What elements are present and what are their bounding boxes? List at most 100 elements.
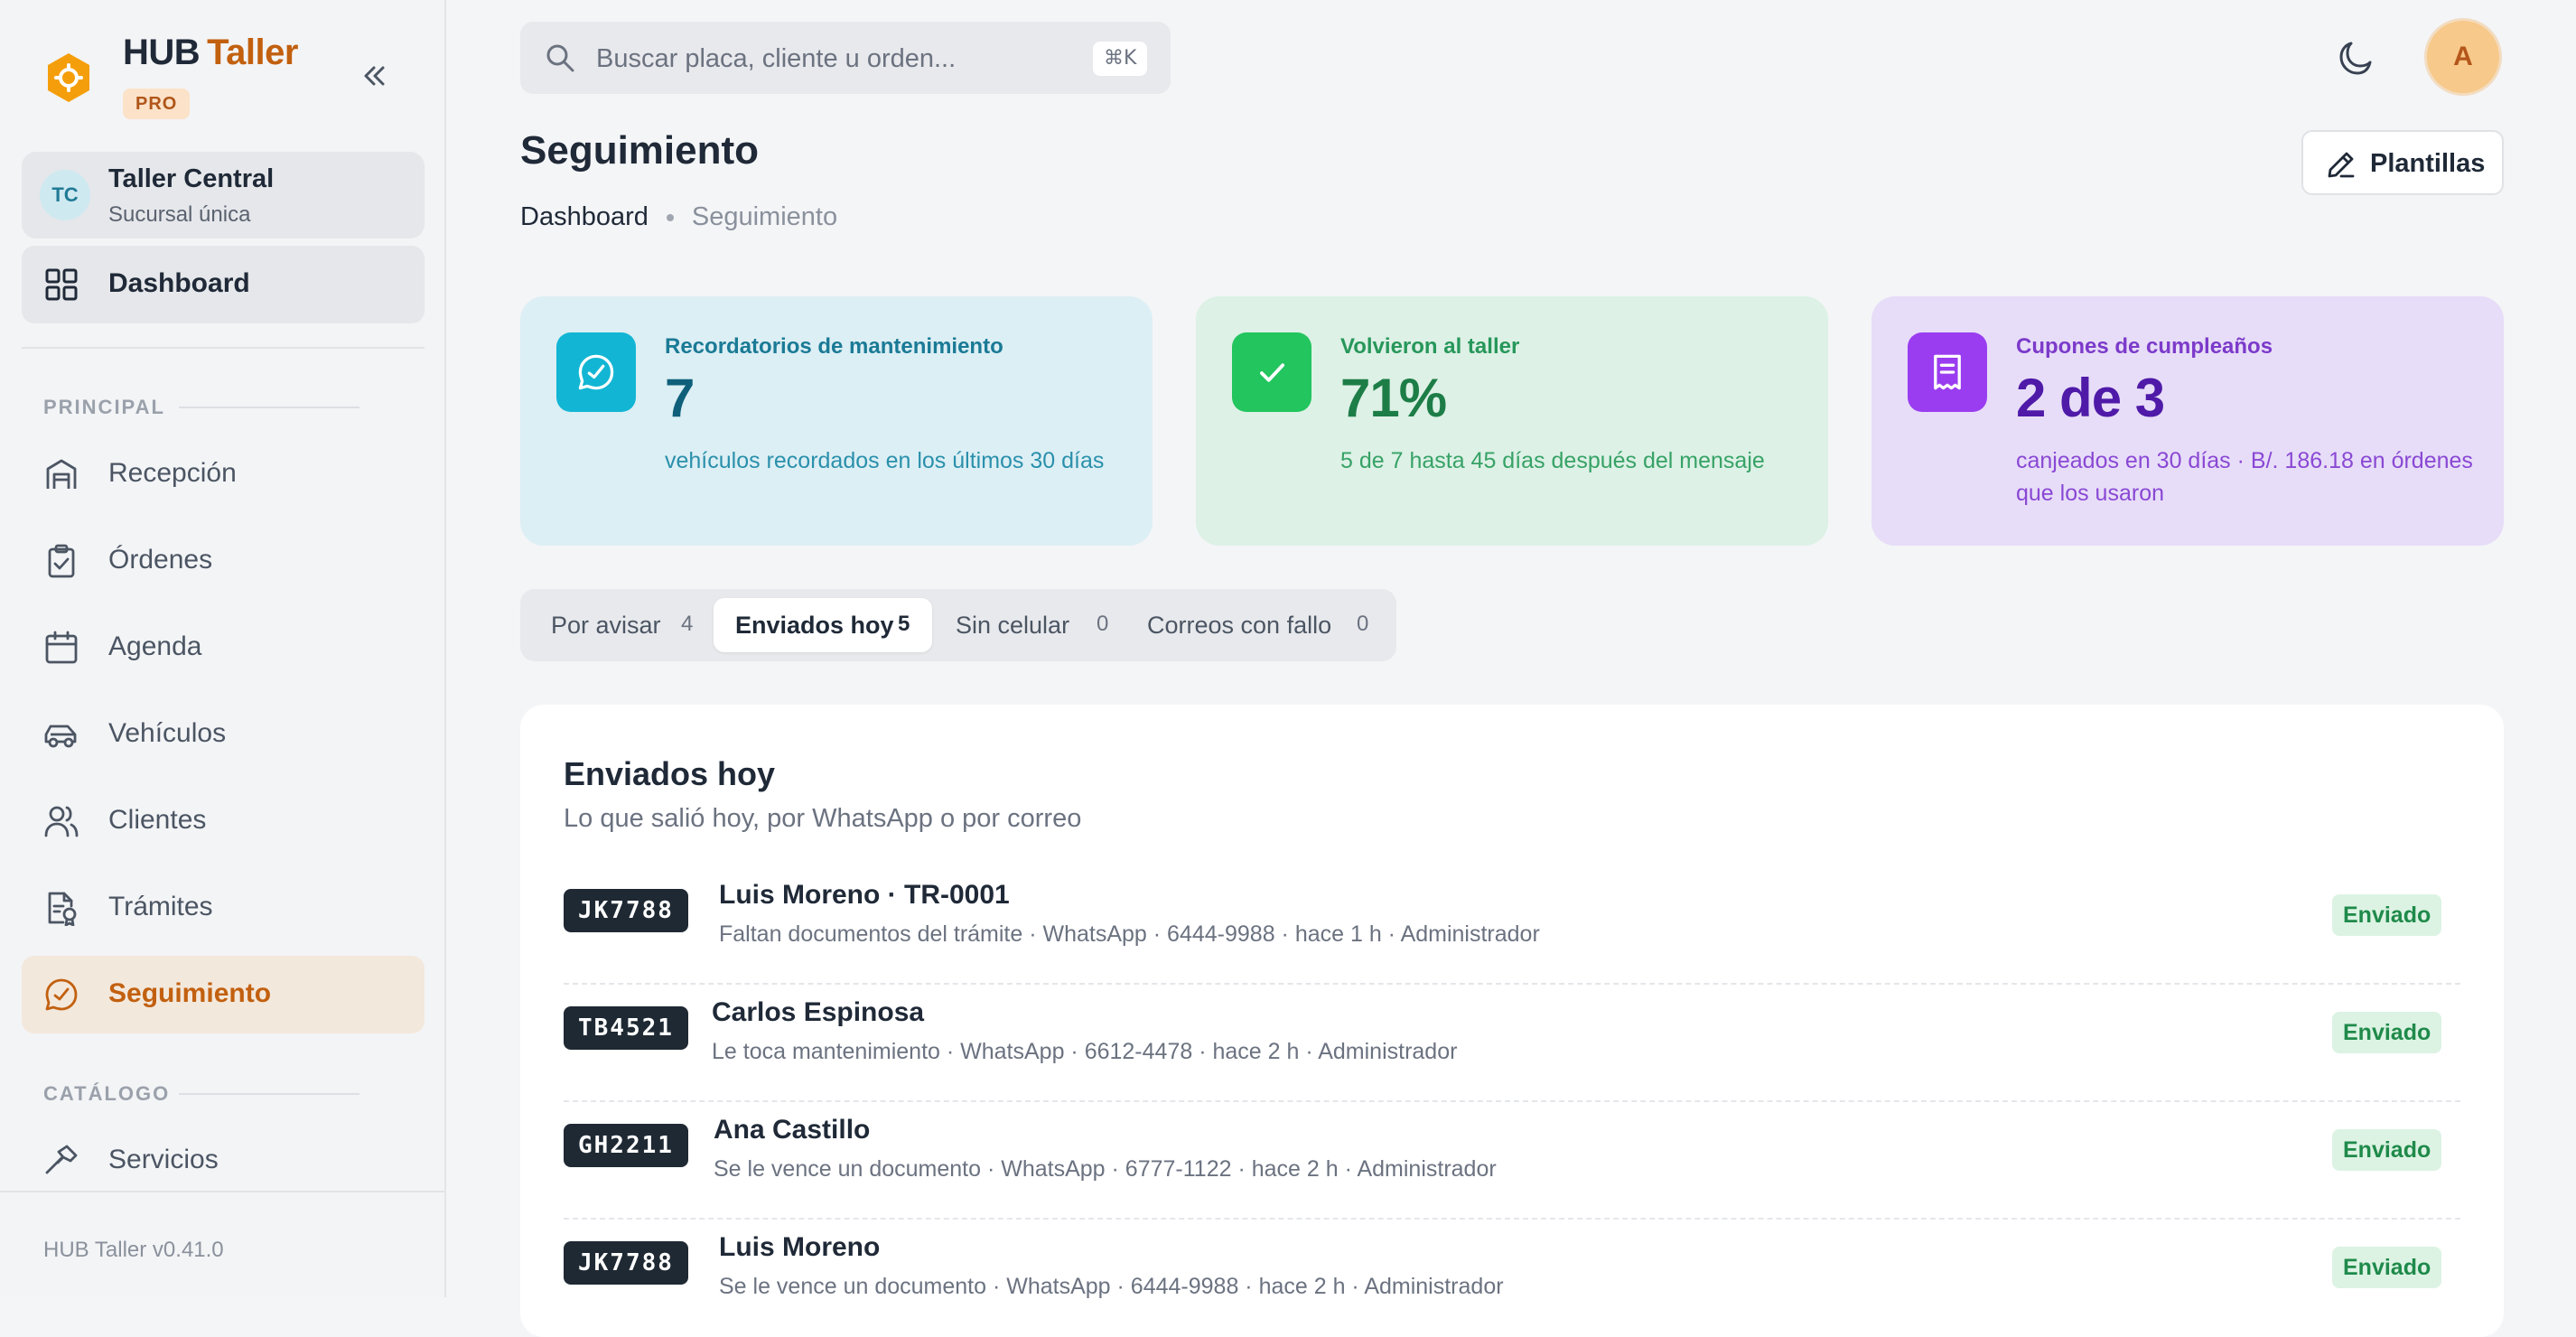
users-icon <box>44 806 79 837</box>
breadcrumb: Dashboard Seguimiento <box>520 202 837 232</box>
calendar-icon <box>45 631 78 664</box>
branch-selector[interactable]: TC Taller Central Sucursal única <box>22 152 425 238</box>
sidebar-item-ordenes[interactable]: Órdenes <box>22 522 425 600</box>
sidebar-item-label: Vehículos <box>108 718 227 748</box>
breadcrumb-current: Seguimiento <box>691 202 838 231</box>
section-label-catalogo: CATÁLOGO <box>43 1082 171 1105</box>
list-item[interactable]: JK7788 Luis Moreno · TR-0001 Faltan docu… <box>564 865 2460 985</box>
stat-value: 7 <box>665 368 695 428</box>
sidebar-item-label: Agenda <box>108 631 202 661</box>
branch-subtitle: Sucursal única <box>108 202 251 227</box>
list-item-title: Luis Moreno · TR-0001 <box>719 880 1010 910</box>
stat-title: Recordatorios de mantenimiento <box>665 334 1003 359</box>
status-badge: Enviado <box>2332 1012 2442 1053</box>
sidebar-item-clientes[interactable]: Clientes <box>22 782 425 860</box>
check-icon <box>1260 363 1285 382</box>
tab-count: 4 <box>681 612 694 636</box>
plate-badge: JK7788 <box>564 1241 688 1285</box>
sidebar-footer: HUB Taller v0.41.0 <box>0 1191 444 1297</box>
search-input[interactable] <box>594 22 1050 96</box>
list-item-title: Ana Castillo <box>714 1115 871 1145</box>
search-shortcut: ⌘K <box>1093 42 1148 76</box>
brand-name-part2: Taller <box>207 33 298 72</box>
tab-enviados-hoy[interactable]: Enviados hoy 5 <box>714 598 932 652</box>
collapse-sidebar-icon[interactable] <box>358 60 390 92</box>
breadcrumb-link-dashboard[interactable]: Dashboard <box>520 202 649 231</box>
list-item[interactable]: JK7788 Luis Moreno Se le vence un docume… <box>564 1218 2460 1335</box>
app-root: HUB Taller PRO TC Taller Central Sucursal… <box>0 0 2576 1337</box>
stat-icon-box <box>556 332 636 412</box>
sidebar-item-recepcion[interactable]: Recepción <box>22 435 425 513</box>
sidebar-divider <box>22 347 425 349</box>
tab-label: Sin celular <box>956 612 1070 639</box>
user-avatar[interactable]: A <box>2424 18 2502 96</box>
section-divider <box>179 1093 359 1095</box>
sent-today-panel: Enviados hoy Lo que salió hoy, por Whats… <box>520 705 2504 1337</box>
branch-avatar: TC <box>40 170 90 220</box>
tab-correos-con-fallo[interactable]: Correos con fallo 0 <box>1125 598 1387 652</box>
tab-label: Correos con fallo <box>1147 612 1332 639</box>
brand-name: HUB Taller <box>123 33 298 73</box>
tab-count: 0 <box>1357 612 1369 636</box>
tab-sin-celular[interactable]: Sin celular 0 <box>934 598 1124 652</box>
section-divider <box>179 407 359 408</box>
sidebar-item-label: Servicios <box>108 1145 219 1174</box>
status-badge: Enviado <box>2332 894 2442 936</box>
garage-icon <box>46 459 77 489</box>
section-label-principal: PRINCIPAL <box>43 396 165 418</box>
list-item-title: Luis Moreno <box>719 1232 881 1262</box>
page-title: Seguimiento <box>520 128 760 173</box>
tab-por-avisar[interactable]: Por avisar 4 <box>529 598 712 652</box>
clipboard-check-icon <box>48 544 75 578</box>
sidebar-item-vehiculos[interactable]: Vehículos <box>22 696 425 773</box>
list-item-meta: Faltan documentos del trámite · WhatsApp… <box>719 921 1540 947</box>
list-item[interactable]: TB4521 Carlos Espinosa Le toca mantenimi… <box>564 983 2460 1102</box>
sidebar-item-servicios[interactable]: Servicios <box>22 1122 425 1185</box>
search-bar[interactable]: ⌘K <box>520 22 1171 96</box>
plate-badge: TB4521 <box>564 1006 688 1050</box>
panel-title: Enviados hoy <box>564 755 776 792</box>
stat-card-returned: Volvieron al taller 71% 5 de 7 hasta 45 … <box>1196 296 1828 546</box>
tab-label: Enviados hoy <box>735 612 894 639</box>
stat-card-reminders: Recordatorios de mantenimiento 7 vehícul… <box>520 296 1153 546</box>
sidebar: HUB Taller PRO TC Taller Central Sucursal… <box>0 0 446 1297</box>
sidebar-item-label: Seguimiento <box>108 978 272 1008</box>
sidebar-item-agenda[interactable]: Agenda <box>22 609 425 687</box>
sidebar-item-seguimiento[interactable]: Seguimiento <box>22 956 425 1033</box>
receipt-icon <box>1934 354 1961 390</box>
stat-value: 71% <box>1340 368 1447 428</box>
gear-hexagon-icon <box>48 53 89 102</box>
breadcrumb-separator <box>666 214 674 222</box>
stat-title: Cupones de cumpleaños <box>2016 334 2273 359</box>
panel-subtitle: Lo que salió hoy, por WhatsApp o por cor… <box>564 804 1082 833</box>
sidebar-item-label: Clientes <box>108 805 207 835</box>
plate-badge: JK7788 <box>564 889 688 932</box>
document-badge-icon <box>48 892 77 926</box>
status-badge: Enviado <box>2332 1129 2442 1171</box>
stat-card-coupons: Cupones de cumpleaños 2 de 3 canjeados e… <box>1871 296 2504 546</box>
sidebar-item-label: Órdenes <box>108 545 213 575</box>
sidebar-item-label: Trámites <box>108 892 213 921</box>
tab-label: Por avisar <box>551 612 661 639</box>
moon-icon[interactable] <box>2338 38 2377 78</box>
hammer-icon <box>45 1145 78 1174</box>
stat-icon-box <box>1908 332 1987 412</box>
branch-name: Taller Central <box>108 164 275 193</box>
sidebar-item-dashboard[interactable]: Dashboard <box>22 246 425 323</box>
search-icon <box>546 44 574 72</box>
stat-description: 5 de 7 hasta 45 días después del mensaje <box>1340 448 1765 473</box>
stat-title: Volvieron al taller <box>1340 334 1520 359</box>
sidebar-item-label: Dashboard <box>108 268 250 298</box>
sidebar-item-label: Recepción <box>108 458 237 488</box>
templates-button[interactable]: Plantillas <box>2301 130 2504 195</box>
list-item[interactable]: GH2211 Ana Castillo Se le vence un docum… <box>564 1100 2460 1220</box>
stat-description: canjeados en 30 días · B/. 186.18 en órd… <box>2016 448 2473 506</box>
grid-icon <box>45 268 78 301</box>
sidebar-item-tramites[interactable]: Trámites <box>22 869 425 947</box>
pro-badge: PRO <box>123 89 191 119</box>
car-icon <box>44 725 77 748</box>
stat-value: 2 de 3 <box>2016 368 2165 428</box>
stat-description: vehículos recordados en los últimos 30 d… <box>665 448 1105 473</box>
stat-icon-box <box>1232 332 1311 412</box>
list-item-meta: Le toca mantenimiento · WhatsApp · 6612-… <box>712 1039 1458 1064</box>
